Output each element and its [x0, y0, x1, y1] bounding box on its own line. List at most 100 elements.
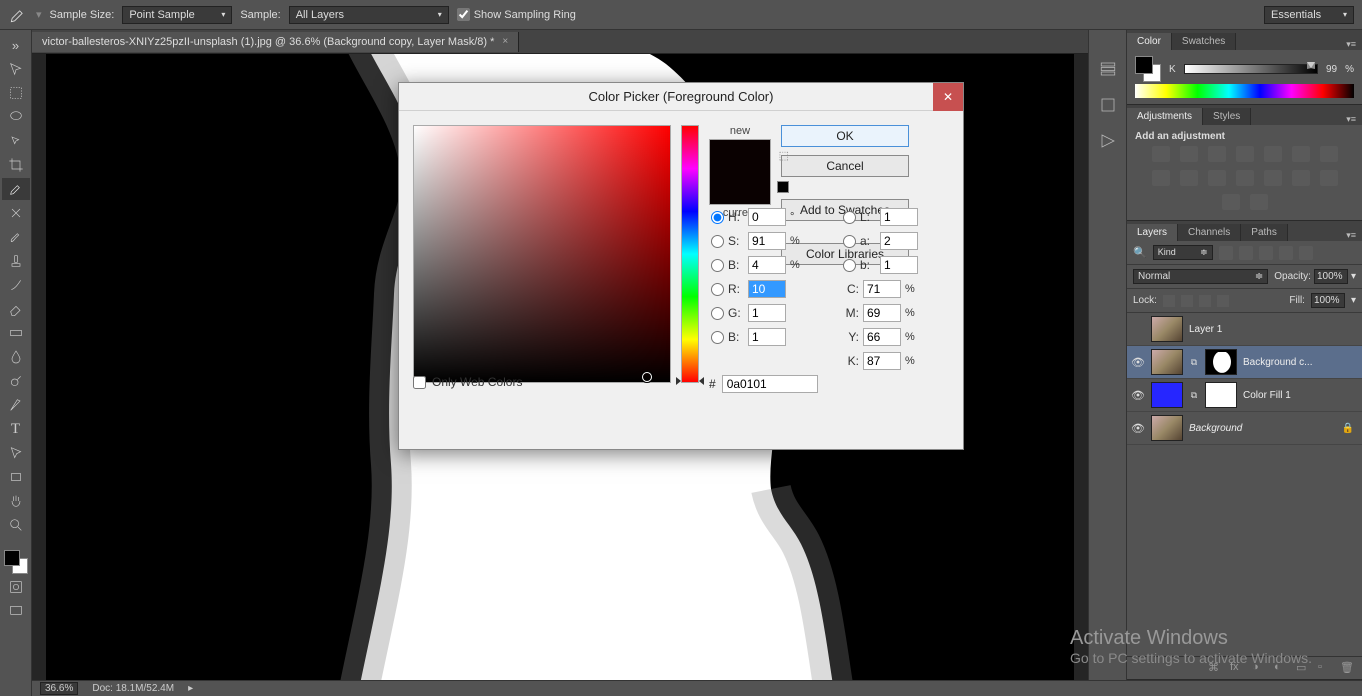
link-layers-icon[interactable]: ⌘	[1208, 661, 1222, 675]
filter-type-icon[interactable]	[1259, 246, 1273, 260]
threshold-icon[interactable]	[1320, 170, 1338, 186]
opacity-input[interactable]	[1314, 269, 1348, 284]
levels-icon[interactable]	[1180, 146, 1198, 162]
layer-item[interactable]: Layer 1	[1127, 313, 1362, 346]
new-layer-icon[interactable]: ▫	[1318, 661, 1332, 675]
filter-pixel-icon[interactable]	[1219, 246, 1233, 260]
cancel-button[interactable]: Cancel	[781, 155, 909, 177]
tab-layers[interactable]: Layers	[1127, 224, 1178, 241]
quick-select-tool-icon[interactable]	[2, 130, 30, 152]
dodge-tool-icon[interactable]	[2, 370, 30, 392]
brightness-icon[interactable]	[1152, 146, 1170, 162]
marquee-tool-icon[interactable]	[2, 82, 30, 104]
g-radio[interactable]	[711, 307, 724, 320]
layer-thumbnail[interactable]	[1151, 349, 1183, 375]
k-input[interactable]	[863, 352, 901, 370]
layer-mask-thumbnail[interactable]	[1205, 382, 1237, 408]
screen-mode-icon[interactable]	[2, 600, 30, 622]
sample-dropdown[interactable]: All Layers▾	[289, 6, 449, 24]
fill-input[interactable]	[1311, 293, 1345, 308]
layer-item[interactable]: 👁 ⧉ Color Fill 1	[1127, 379, 1362, 412]
bb-input[interactable]	[748, 328, 786, 346]
eyedropper-tool-icon[interactable]	[2, 178, 30, 200]
blab-input[interactable]	[880, 256, 918, 274]
pen-tool-icon[interactable]	[2, 394, 30, 416]
lock-transparent-icon[interactable]	[1163, 295, 1175, 307]
h-radio[interactable]	[711, 211, 724, 224]
new-group-icon[interactable]: ▭	[1296, 661, 1310, 675]
add-mask-icon[interactable]: ◑	[1252, 661, 1266, 675]
channel-mixer-icon[interactable]	[1208, 170, 1226, 186]
r-input[interactable]	[748, 280, 786, 298]
color-balance-icon[interactable]	[1320, 146, 1338, 162]
path-select-tool-icon[interactable]	[2, 442, 30, 464]
color-field[interactable]	[413, 125, 671, 383]
properties-panel-icon[interactable]	[1098, 96, 1118, 114]
a-radio[interactable]	[843, 235, 856, 248]
panel-menu-icon[interactable]: ▾≡	[1340, 230, 1362, 241]
layer-mask-thumbnail[interactable]	[1205, 349, 1237, 375]
document-tab[interactable]: victor-ballesteros-XNIYz25pzII-unsplash …	[32, 32, 519, 52]
history-brush-tool-icon[interactable]	[2, 274, 30, 296]
panel-menu-icon[interactable]: ▾≡	[1340, 114, 1362, 125]
hand-tool-icon[interactable]	[2, 490, 30, 512]
layer-item[interactable]: 👁 ⧉ Background c...	[1127, 346, 1362, 379]
layer-thumbnail[interactable]	[1151, 316, 1183, 342]
k-slider[interactable]	[1184, 64, 1318, 74]
healing-brush-tool-icon[interactable]	[2, 202, 30, 224]
filter-smart-icon[interactable]	[1299, 246, 1313, 260]
zoom-level[interactable]: 36.6%	[40, 682, 78, 695]
exposure-icon[interactable]	[1236, 146, 1254, 162]
foreground-background-color[interactable]	[4, 550, 28, 574]
crop-tool-icon[interactable]	[2, 154, 30, 176]
l-input[interactable]	[880, 208, 918, 226]
layer-thumbnail[interactable]	[1151, 382, 1183, 408]
tab-styles[interactable]: Styles	[1203, 108, 1251, 125]
tab-paths[interactable]: Paths	[1241, 224, 1288, 241]
clone-stamp-tool-icon[interactable]	[2, 250, 30, 272]
ok-button[interactable]: OK	[781, 125, 909, 147]
tab-adjustments[interactable]: Adjustments	[1127, 108, 1203, 125]
gamut-warning-icon[interactable]: ⬚	[779, 149, 789, 162]
history-panel-icon[interactable]	[1098, 60, 1118, 78]
lock-pixels-icon[interactable]	[1181, 295, 1193, 307]
invert-icon[interactable]	[1264, 170, 1282, 186]
r-radio[interactable]	[711, 283, 724, 296]
delete-layer-icon[interactable]: 🗑	[1340, 661, 1354, 675]
visibility-toggle[interactable]: 👁	[1131, 422, 1145, 435]
collapse-arrows-icon[interactable]: »	[2, 34, 30, 56]
new-fill-adjust-icon[interactable]: ◐	[1274, 661, 1288, 675]
layer-fx-icon[interactable]: fx	[1230, 661, 1244, 675]
visibility-toggle[interactable]: 👁	[1131, 389, 1145, 402]
close-button[interactable]: ✕	[933, 83, 963, 111]
vibrance-icon[interactable]	[1264, 146, 1282, 162]
brush-tool-icon[interactable]	[2, 226, 30, 248]
s-input[interactable]	[748, 232, 786, 250]
hue-sat-icon[interactable]	[1292, 146, 1310, 162]
l-radio[interactable]	[843, 211, 856, 224]
gradient-map-icon[interactable]	[1222, 194, 1240, 210]
layer-item[interactable]: 👁 Background 🔒	[1127, 412, 1362, 445]
web-safe-swatch[interactable]	[777, 181, 789, 193]
selective-color-icon[interactable]	[1250, 194, 1268, 210]
posterize-icon[interactable]	[1292, 170, 1310, 186]
mini-color-swatch[interactable]	[1135, 56, 1161, 82]
y-input[interactable]	[863, 328, 901, 346]
b-radio[interactable]	[711, 259, 724, 272]
blur-tool-icon[interactable]	[2, 346, 30, 368]
info-panel-icon[interactable]	[1098, 132, 1118, 150]
workspace-dropdown[interactable]: Essentials▾	[1264, 6, 1354, 24]
layer-kind-dropdown[interactable]: Kind≑	[1153, 245, 1213, 260]
m-input[interactable]	[863, 304, 901, 322]
color-lookup-icon[interactable]	[1236, 170, 1254, 186]
lock-all-icon[interactable]	[1217, 295, 1229, 307]
bv-input[interactable]	[748, 256, 786, 274]
web-colors-checkbox[interactable]	[413, 376, 426, 389]
c-input[interactable]	[863, 280, 901, 298]
type-tool-icon[interactable]: T	[2, 418, 30, 440]
bw-icon[interactable]	[1152, 170, 1170, 186]
hue-slider[interactable]	[681, 125, 699, 383]
show-sampling-ring-checkbox[interactable]: Show Sampling Ring	[457, 8, 576, 21]
a-input[interactable]	[880, 232, 918, 250]
rectangle-tool-icon[interactable]	[2, 466, 30, 488]
